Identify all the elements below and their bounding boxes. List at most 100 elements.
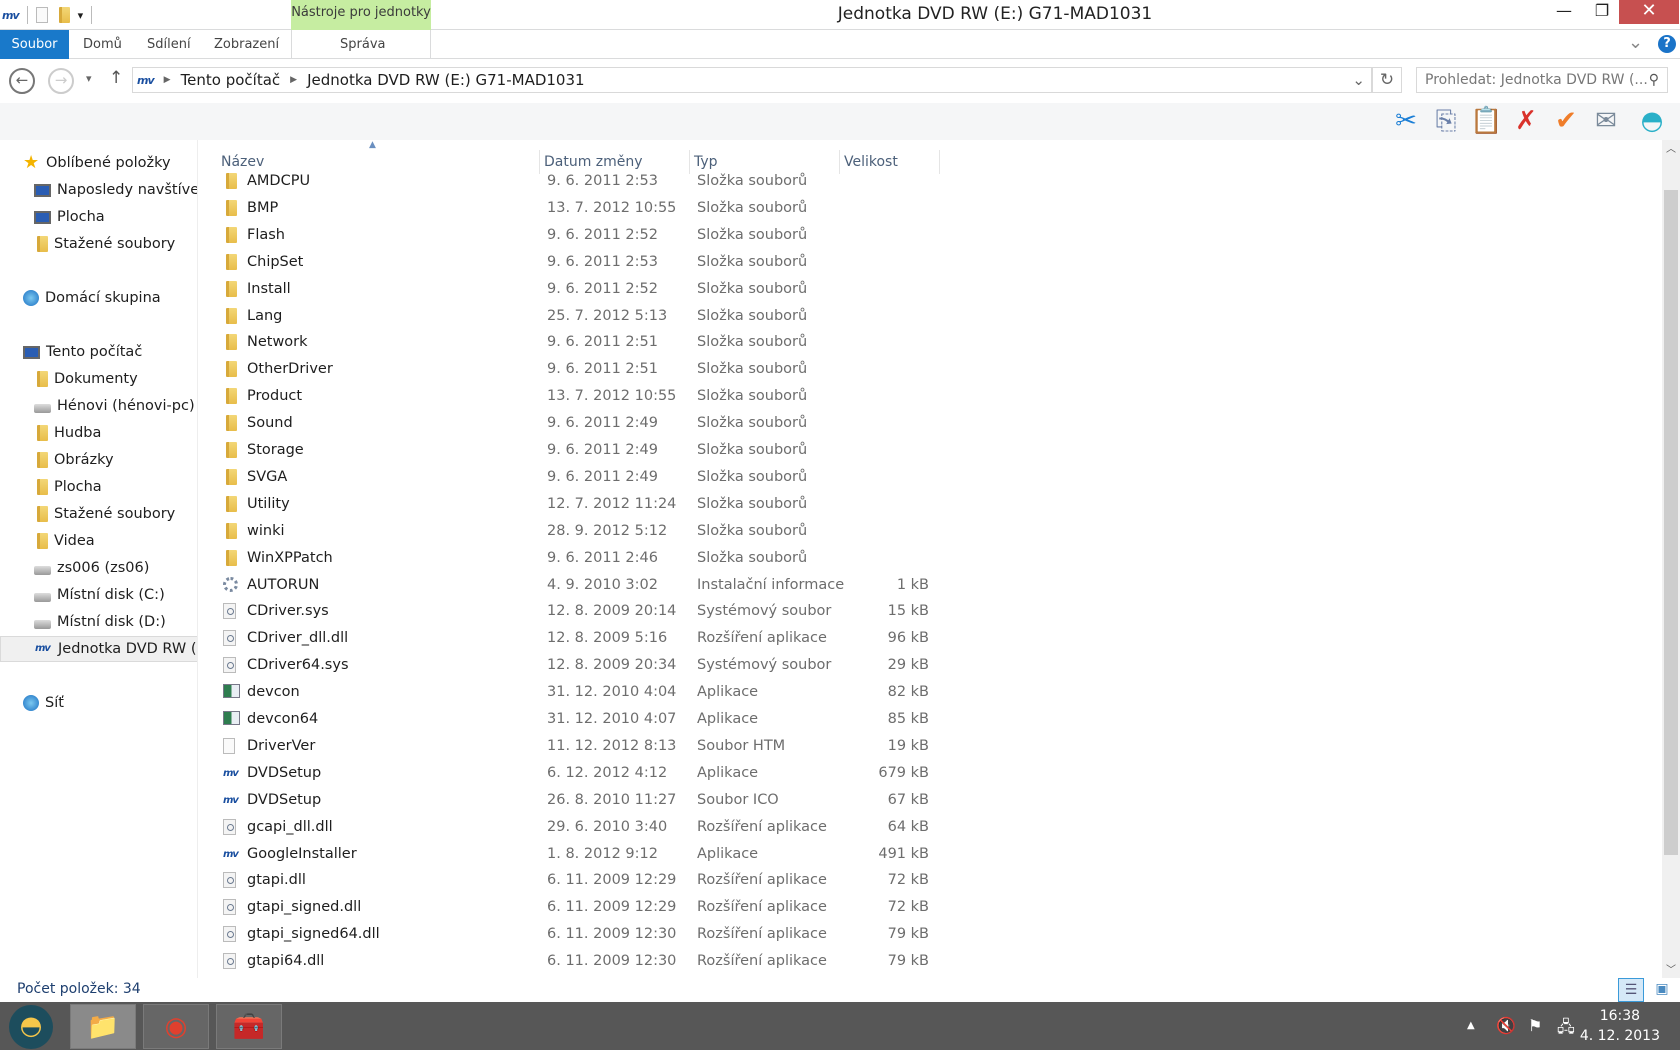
- nav-item[interactable]: Plocha: [0, 474, 197, 500]
- breadcrumb-drive[interactable]: Jednotka DVD RW (E:) G71-MAD1031: [307, 71, 584, 89]
- chevron-right-icon[interactable]: ▶: [290, 75, 297, 85]
- nav-item-label: Domácí skupina: [45, 290, 161, 306]
- close-button[interactable]: ✕: [1619, 0, 1679, 24]
- tab-domu[interactable]: Domů: [71, 30, 134, 59]
- clock[interactable]: 16:38 4. 12. 2013: [1580, 1006, 1660, 1046]
- taskbar-file-explorer[interactable]: 📁: [70, 1004, 136, 1049]
- file-date: 6. 11. 2009 12:30: [547, 953, 677, 970]
- file-row[interactable]: gtapi_signed64.dll 6. 11. 2009 12:30 Rozší…: [199, 921, 939, 948]
- taskbar-setup-tool[interactable]: 🧰: [216, 1004, 282, 1049]
- sys-icon: [223, 603, 236, 620]
- nav-item[interactable]: Tento počítač: [0, 339, 197, 365]
- start-button[interactable]: ◓: [9, 1005, 53, 1049]
- tiles-view-button[interactable]: ▣: [1650, 978, 1674, 1002]
- check-icon[interactable]: ✔: [1550, 105, 1582, 137]
- tab-soubor[interactable]: Soubor: [0, 30, 69, 59]
- nav-item[interactable]: Hénovi (hénovi-pc): [0, 393, 197, 419]
- taskbar-chrome[interactable]: ◉: [143, 1004, 209, 1049]
- nav-item[interactable]: Obrázky: [0, 447, 197, 473]
- file-row[interactable]: Product 13. 7. 2012 10:55 Složka souborů: [199, 383, 939, 410]
- address-dropdown-button[interactable]: ⌄: [1352, 71, 1365, 89]
- file-row[interactable]: Install 9. 6. 2011 2:52 Složka souborů: [199, 276, 939, 303]
- cut-icon[interactable]: ✂: [1390, 105, 1422, 137]
- nav-item[interactable]: Stažené soubory: [0, 231, 197, 257]
- nav-item[interactable]: Dokumenty: [0, 366, 197, 392]
- recent-locations-button[interactable]: ▾: [86, 72, 92, 85]
- nav-item[interactable]: Plocha: [0, 204, 197, 230]
- scrollbar-thumb[interactable]: [1664, 190, 1678, 855]
- file-row[interactable]: devcon64 31. 12. 2010 4:07 Aplikace 85 kB: [199, 706, 939, 733]
- show-hidden-icons-button[interactable]: ▲: [1467, 1020, 1475, 1031]
- file-name: CDriver64.sys: [247, 657, 349, 674]
- file-row[interactable]: mv DVDSetup 26. 8. 2010 11:27 Soubor ICO 67 …: [199, 787, 939, 814]
- file-row[interactable]: winki 28. 9. 2012 5:12 Složka souborů: [199, 518, 939, 545]
- file-name: gtapi64.dll: [247, 953, 325, 970]
- file-row[interactable]: Storage 9. 6. 2011 2:49 Složka souborů: [199, 437, 939, 464]
- delete-icon[interactable]: ✗: [1510, 105, 1542, 137]
- up-button[interactable]: ↑: [109, 68, 123, 88]
- file-row[interactable]: CDriver.sys 12. 8. 2009 20:14 Systémový so…: [199, 598, 939, 625]
- nav-item[interactable]: Domácí skupina: [0, 285, 197, 311]
- mv-icon: mv: [35, 643, 51, 654]
- nav-item[interactable]: Videa: [0, 528, 197, 554]
- file-row[interactable]: gtapi_signed.dll 6. 11. 2009 12:29 Rozšíře…: [199, 894, 939, 921]
- chevron-right-icon[interactable]: ▶: [164, 75, 171, 85]
- file-row[interactable]: Utility 12. 7. 2012 11:24 Složka souborů: [199, 491, 939, 518]
- file-row[interactable]: Network 9. 6. 2011 2:51 Složka souborů: [199, 329, 939, 356]
- star-icon: ★: [23, 152, 40, 173]
- file-row[interactable]: AMDCPU 9. 6. 2011 2:53 Složka souborů: [199, 168, 939, 195]
- nav-item[interactable]: mv Jednotka DVD RW (E:) G71-MAD1031: [0, 636, 197, 662]
- nav-item[interactable]: Síť: [0, 690, 197, 716]
- file-row[interactable]: gtapi64.dll 6. 11. 2009 12:30 Rozšíření ap…: [199, 948, 939, 975]
- file-row[interactable]: CDriver64.sys 12. 8. 2009 20:34 Systémový …: [199, 652, 939, 679]
- nav-item-label: Stažené soubory: [54, 506, 176, 522]
- vertical-scrollbar[interactable]: ︿ ﹀: [1662, 140, 1680, 978]
- mail-icon[interactable]: ✉: [1590, 105, 1622, 137]
- details-view-button[interactable]: ☰: [1618, 978, 1644, 1002]
- file-row[interactable]: SVGA 9. 6. 2011 2:49 Složka souborů: [199, 464, 939, 491]
- file-row[interactable]: Sound 9. 6. 2011 2:49 Složka souborů: [199, 410, 939, 437]
- file-row[interactable]: Lang 25. 7. 2012 5:13 Složka souborů: [199, 303, 939, 330]
- file-name: Install: [247, 280, 291, 297]
- file-row[interactable]: ChipSet 9. 6. 2011 2:53 Složka souborů: [199, 249, 939, 276]
- scroll-up-arrow[interactable]: ︿: [1666, 140, 1676, 155]
- file-row[interactable]: gcapi_dll.dll 29. 6. 2010 3:40 Rozšíření a…: [199, 814, 939, 841]
- nav-item[interactable]: Hudba: [0, 420, 197, 446]
- nav-item[interactable]: Místní disk (D:): [0, 609, 197, 635]
- shell-icon[interactable]: ◓: [1636, 105, 1668, 137]
- nav-item[interactable]: Naposledy navštívené: [0, 177, 197, 203]
- address-bar[interactable]: mv ▶ Tento počítač ▶ Jednotka DVD RW (E:…: [132, 67, 1372, 93]
- tab-zobrazeni[interactable]: Zobrazení: [202, 30, 291, 59]
- copy-icon[interactable]: ⎘: [1430, 105, 1462, 137]
- paste-icon[interactable]: 📋: [1470, 105, 1502, 137]
- search-icon[interactable]: ⚲: [1649, 68, 1659, 92]
- back-button[interactable]: ←: [9, 68, 35, 94]
- nav-item[interactable]: zs006 (zs06): [0, 555, 197, 581]
- nav-item[interactable]: ★ Oblíbené položky: [0, 150, 197, 176]
- search-input[interactable]: Prohledat: Jednotka DVD RW (... ⚲: [1416, 67, 1668, 93]
- file-row[interactable]: WinXPPatch 9. 6. 2011 2:46 Složka souborů: [199, 545, 939, 572]
- refresh-button[interactable]: ↻: [1372, 67, 1402, 93]
- breadcrumb-this-pc[interactable]: Tento počítač: [181, 71, 281, 89]
- file-row[interactable]: CDriver_dll.dll 12. 8. 2009 5:16 Rozšíření…: [199, 625, 939, 652]
- file-row[interactable]: mv GoogleInstaller 1. 8. 2012 9:12 Aplikace…: [199, 841, 939, 868]
- volume-muted-icon[interactable]: 🔇: [1496, 1016, 1516, 1035]
- scroll-down-arrow[interactable]: ﹀: [1666, 961, 1676, 976]
- ribbon-collapse-button[interactable]: ⌄: [1628, 32, 1643, 53]
- maximize-button[interactable]: ❐: [1580, 0, 1624, 24]
- nav-item[interactable]: Místní disk (C:): [0, 582, 197, 608]
- file-row[interactable]: devcon 31. 12. 2010 4:04 Aplikace 82 kB: [199, 679, 939, 706]
- tab-sdileni[interactable]: Sdílení: [135, 30, 203, 59]
- file-row[interactable]: Flash 9. 6. 2011 2:52 Složka souborů: [199, 222, 939, 249]
- file-row[interactable]: mv DVDSetup 6. 12. 2012 4:12 Aplikace 679 kB: [199, 760, 939, 787]
- network-icon[interactable]: 🖧: [1557, 1016, 1575, 1043]
- nav-item[interactable]: Stažené soubory: [0, 501, 197, 527]
- file-row[interactable]: OtherDriver 9. 6. 2011 2:51 Složka souborů: [199, 356, 939, 383]
- file-row[interactable]: DriverVer 11. 12. 2012 8:13 Soubor HTM 19 k…: [199, 733, 939, 760]
- action-center-flag-icon[interactable]: ⚑: [1528, 1016, 1542, 1035]
- forward-button[interactable]: →: [48, 68, 74, 94]
- file-row[interactable]: gtapi.dll 6. 11. 2009 12:29 Rozšíření apli…: [199, 867, 939, 894]
- file-row[interactable]: AUTORUN 4. 9. 2010 3:02 Instalační informa…: [199, 572, 939, 599]
- help-button[interactable]: ?: [1658, 35, 1676, 53]
- file-row[interactable]: BMP 13. 7. 2012 10:55 Složka souborů: [199, 195, 939, 222]
